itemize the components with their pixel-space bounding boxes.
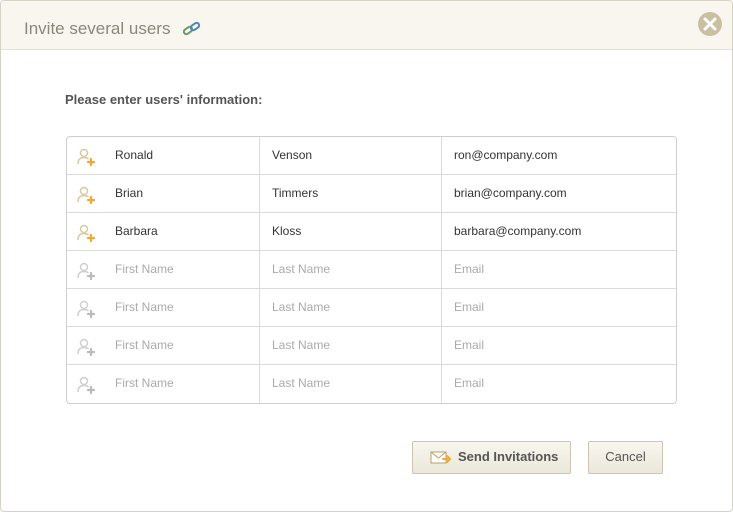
close-button[interactable] [698,12,722,36]
cancel-label: Cancel [605,449,646,464]
last-name-field[interactable]: Timmers [272,175,318,213]
table-row: Ronald Venson ron@company.com [67,137,676,174]
email-field[interactable]: brian@company.com [454,175,567,213]
email-field[interactable]: Email [454,327,484,365]
first-name-field[interactable]: First Name [115,289,174,327]
dialog-titlebar: Invite several users [1,1,732,50]
table-row: First Name Last Name Email [67,250,676,289]
user-add-icon[interactable] [76,375,96,395]
email-field[interactable]: ron@company.com [454,137,557,175]
user-add-icon[interactable] [76,261,96,281]
last-name-field[interactable]: Kloss [272,213,301,251]
email-field[interactable]: barbara@company.com [454,213,581,251]
last-name-field[interactable]: Last Name [272,327,330,365]
first-name-field[interactable]: Barbara [115,213,158,251]
last-name-field[interactable]: Last Name [272,251,330,289]
table-row: Brian Timmers brian@company.com [67,174,676,213]
last-name-field[interactable]: Last Name [272,289,330,327]
invite-users-dialog: Invite several users Please enter users'… [0,0,733,512]
instructions-label: Please enter users' information: [65,92,263,107]
first-name-field[interactable]: Brian [115,175,143,213]
table-row: Barbara Kloss barbara@company.com [67,212,676,251]
dialog-title: Invite several users [24,19,171,38]
table-row: First Name Last Name Email [67,288,676,327]
first-name-field[interactable]: First Name [115,251,174,289]
first-name-field[interactable]: First Name [115,365,174,403]
user-add-icon[interactable] [76,337,96,357]
user-add-icon[interactable] [76,299,96,319]
first-name-field[interactable]: First Name [115,327,174,365]
last-name-field[interactable]: Venson [272,137,312,175]
user-add-icon[interactable] [76,147,96,167]
table-row: First Name Last Name Email [67,364,676,403]
email-field[interactable]: Email [454,365,484,403]
cancel-button[interactable]: Cancel [588,441,663,474]
first-name-field[interactable]: Ronald [115,137,153,175]
email-field[interactable]: Email [454,289,484,327]
last-name-field[interactable]: Last Name [272,365,330,403]
email-field[interactable]: Email [454,251,484,289]
user-add-icon[interactable] [76,223,96,243]
link-icon [182,21,202,37]
send-invitations-label: Send Invitations [458,449,559,464]
close-icon [703,17,717,31]
users-grid: Ronald Venson ron@company.com Brian Timm… [66,136,677,404]
envelope-icon [430,451,452,468]
table-row: First Name Last Name Email [67,326,676,365]
send-invitations-button[interactable]: Send Invitations [412,441,571,474]
user-add-icon[interactable] [76,185,96,205]
